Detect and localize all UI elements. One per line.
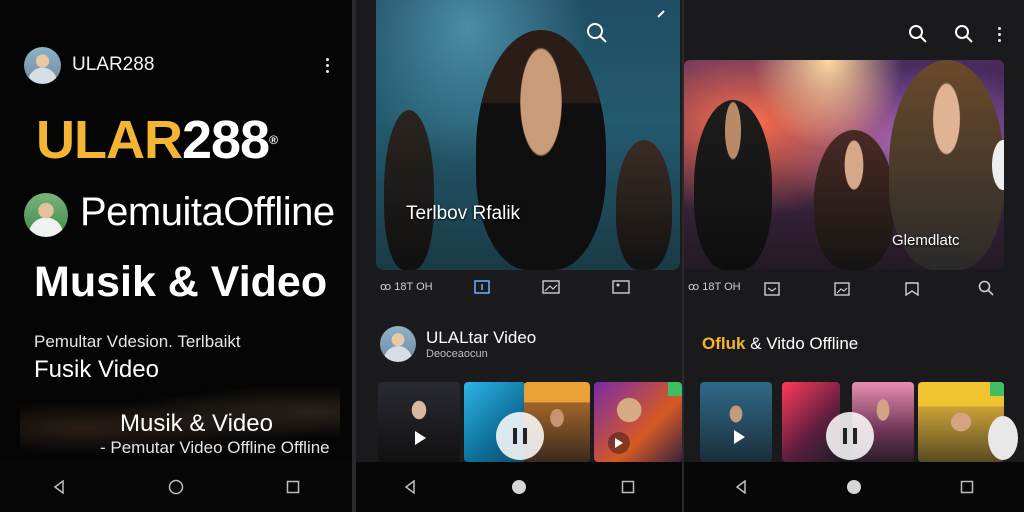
image-icon[interactable] — [764, 282, 780, 301]
hero-caption: Terlbov Rfalik — [406, 203, 521, 224]
player-panel: Terlbov Rfalik ꝏ 18T OH ULALtar Video De… — [356, 0, 682, 512]
page-title: Musik & Video — [34, 258, 328, 306]
search-icon[interactable] — [954, 24, 974, 49]
tab-label[interactable]: ꝏ 18T OH — [688, 280, 741, 293]
carousel-next-control[interactable] — [988, 416, 1018, 460]
home-nav-icon[interactable] — [499, 467, 539, 507]
edit-icon[interactable] — [656, 6, 666, 24]
intro-panel: ULAR288 ULAR288® PemuitaOffline Musik & … — [0, 0, 352, 512]
logo-part-2: 288 — [181, 110, 270, 170]
system-nav-bar — [0, 462, 352, 512]
channel-avatar[interactable] — [380, 326, 416, 362]
library-panel: Glemdlatc ꝏ 18T OH Ofluk & Vitdo Offline — [684, 0, 1024, 512]
profile-avatar[interactable] — [24, 47, 61, 84]
recents-nav-icon[interactable] — [608, 467, 648, 507]
caption-secondary: - Pemutar Video Offline Offline — [100, 438, 330, 457]
hero-person-main — [476, 30, 606, 270]
play-icon[interactable] — [608, 432, 630, 454]
search-icon[interactable] — [586, 22, 608, 49]
back-nav-icon[interactable] — [721, 467, 761, 507]
hero-video[interactable]: Terlbov Rfalik — [376, 0, 680, 270]
back-nav-icon[interactable] — [39, 467, 79, 507]
channel-avatar[interactable] — [24, 193, 68, 237]
play-icon[interactable] — [408, 426, 432, 450]
pause-icon[interactable] — [826, 412, 874, 460]
home-nav-icon[interactable] — [156, 467, 196, 507]
kebab-menu-icon[interactable] — [998, 27, 1001, 42]
logo-registered-mark: ® — [269, 133, 278, 147]
video-thumbnail[interactable] — [700, 382, 772, 462]
recents-nav-icon[interactable] — [273, 467, 313, 507]
hero-person-right — [616, 140, 672, 270]
system-nav-bar — [356, 462, 682, 512]
video-thumbnail[interactable] — [378, 382, 460, 462]
hero-caption: Glemdlatc — [892, 232, 960, 249]
kebab-menu-icon[interactable] — [326, 58, 329, 73]
tab-bar: ꝏ 18T OH — [376, 276, 676, 300]
tab-label[interactable]: ꝏ 18T OH — [380, 280, 433, 293]
play-icon[interactable] — [728, 426, 750, 448]
back-nav-icon[interactable] — [390, 467, 430, 507]
badge-icon — [668, 382, 682, 396]
app-logo: ULAR288® — [36, 108, 278, 172]
home-nav-icon[interactable] — [834, 467, 874, 507]
info-icon[interactable] — [474, 280, 490, 299]
badge-icon — [990, 382, 1004, 396]
section-heading: Ofluk & Vitdo Offline — [702, 334, 858, 354]
channel-name[interactable]: ULALtar Video — [426, 328, 536, 348]
video-thumbnail[interactable] — [594, 382, 682, 462]
brand-name: ULAR288 — [72, 54, 155, 75]
search-icon[interactable] — [908, 24, 928, 49]
headline: PemuitaOffline — [80, 190, 335, 234]
pause-icon[interactable] — [496, 412, 544, 460]
section-heading-accent: Ofluk — [702, 334, 746, 353]
gallery-icon[interactable] — [612, 280, 630, 299]
caption: Musik & Video — [120, 410, 273, 437]
subtitle: Pemultar Vdesion. Terlbaikt — [34, 332, 241, 351]
recents-nav-icon[interactable] — [947, 467, 987, 507]
hero-person-left — [384, 110, 434, 270]
system-nav-bar — [684, 462, 1024, 512]
gallery-icon[interactable] — [834, 282, 850, 301]
hero-person-mid — [814, 130, 894, 270]
section-heading-text: & Vitdo Offline — [750, 334, 859, 353]
search-icon[interactable] — [978, 280, 994, 301]
image-icon[interactable] — [542, 280, 560, 299]
bookmark-icon[interactable] — [904, 282, 920, 301]
logo-part-1: ULAR — [36, 110, 183, 170]
hero-person-left — [694, 100, 772, 270]
channel-subtitle: Deoceaocun — [426, 348, 488, 360]
